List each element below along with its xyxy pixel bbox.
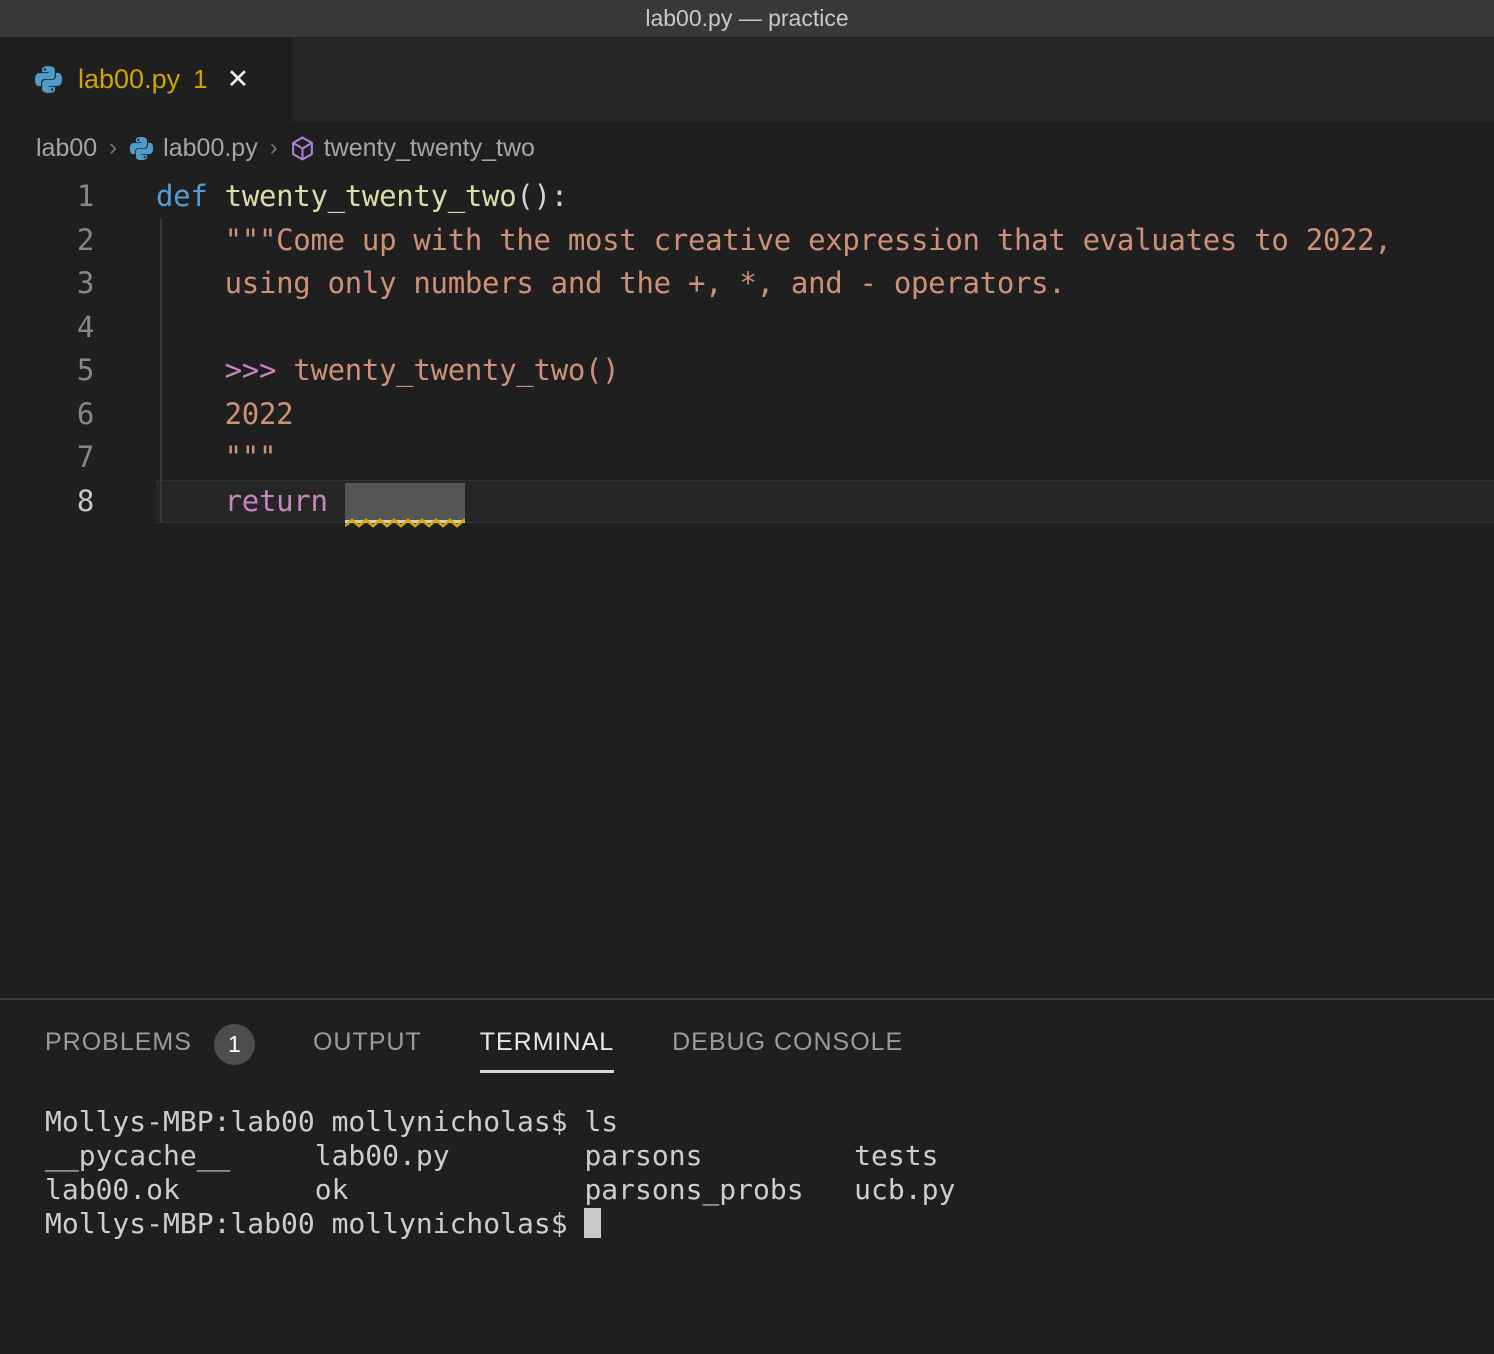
line-number: 3: [0, 262, 156, 306]
indent-guide: [160, 480, 162, 524]
tab-label: lab00.py: [78, 64, 180, 95]
panel-tab-label: DEBUG CONSOLE: [672, 1028, 903, 1073]
code-token: [156, 353, 225, 387]
code-line-2[interactable]: 2 """Come up with the most creative expr…: [0, 219, 1494, 263]
bottom-panel: PROBLEMS 1 OUTPUT TERMINAL DEBUG CONSOLE…: [0, 998, 1494, 1354]
indent-guide: [160, 219, 162, 263]
code-token: """Come up with the most creative expres…: [225, 223, 1392, 257]
line-number: 6: [0, 393, 156, 437]
code-line-3[interactable]: 3 using only numbers and the +, *, and -…: [0, 262, 1494, 306]
code-line-text[interactable]: 2022: [156, 393, 1494, 437]
vscode-window: lab00.py — practice lab00.py 1 ✕ lab00 ›…: [0, 0, 1494, 1354]
problems-count-badge: 1: [214, 1024, 255, 1065]
breadcrumb: lab00 › lab00.py › twenty_twenty_two: [0, 122, 1494, 175]
code-line-4[interactable]: 4: [0, 306, 1494, 350]
line-number: 1: [0, 175, 156, 219]
panel-tab-label: OUTPUT: [313, 1028, 422, 1073]
tab-problem-count: 1: [193, 64, 207, 95]
panel-tab-debug-console[interactable]: DEBUG CONSOLE: [672, 1028, 903, 1073]
tab-lab00-py[interactable]: lab00.py 1 ✕: [0, 37, 292, 122]
code-line-7[interactable]: 7 """: [0, 436, 1494, 480]
indent-guide: [160, 436, 162, 480]
code-line-text[interactable]: using only numbers and the +, *, and - o…: [156, 262, 1494, 306]
code-line-text[interactable]: """: [156, 436, 1494, 480]
warning-squiggle-icon: [345, 518, 465, 528]
code-token: [276, 353, 293, 387]
code-line-8[interactable]: 8 return: [0, 480, 1494, 524]
code-line-text[interactable]: >>> twenty_twenty_two(): [156, 349, 1494, 393]
indent-guide: [160, 349, 162, 393]
line-number: 8: [0, 480, 156, 524]
code-editor[interactable]: 1def twenty_twenty_two():2 """Come up wi…: [0, 175, 1494, 998]
terminal-line: lab00.ok ok parsons_probs ucb.py: [45, 1173, 1494, 1207]
line-number: 5: [0, 349, 156, 393]
chevron-right-icon: ›: [270, 134, 278, 162]
code-line-6[interactable]: 6 2022: [0, 393, 1494, 437]
breadcrumb-item-symbol[interactable]: twenty_twenty_two: [324, 134, 535, 163]
terminal[interactable]: Mollys-MBP:lab00 mollynicholas$ ls__pyca…: [0, 1105, 1494, 1241]
chevron-right-icon: ›: [109, 134, 117, 162]
code-token: 2022: [225, 397, 294, 431]
panel-tab-label: PROBLEMS: [45, 1028, 192, 1073]
panel-tab-terminal[interactable]: TERMINAL: [480, 1028, 614, 1073]
window-title: lab00.py — practice: [645, 5, 848, 32]
code-line-5[interactable]: 5 >>> twenty_twenty_two(): [0, 349, 1494, 393]
panel-tab-label: TERMINAL: [480, 1028, 614, 1073]
close-icon[interactable]: ✕: [227, 64, 250, 95]
code-token: ():: [516, 179, 567, 213]
terminal-line: Mollys-MBP:lab00 mollynicholas$: [45, 1207, 1494, 1241]
code-token: using only numbers and the +, *, and - o…: [225, 266, 1066, 300]
terminal-line: Mollys-MBP:lab00 mollynicholas$ ls: [45, 1105, 1494, 1139]
code-token: [156, 484, 225, 518]
indent-guide: [160, 306, 162, 350]
code-token: def: [156, 179, 207, 213]
symbol-namespace-icon: [290, 136, 315, 161]
python-icon: [34, 65, 63, 94]
code-token: """: [225, 440, 276, 474]
code-token: [156, 440, 225, 474]
line-number: 2: [0, 219, 156, 263]
indent-guide: [160, 262, 162, 306]
breadcrumb-item-file[interactable]: lab00.py: [163, 134, 258, 163]
code-line-text[interactable]: return: [156, 480, 1494, 524]
code-token: twenty_twenty_two: [225, 179, 517, 213]
code-token: [156, 223, 225, 257]
terminal-cursor: [584, 1208, 601, 1238]
code-token: [156, 397, 225, 431]
code-token: [207, 179, 224, 213]
code-token: twenty_twenty_two(): [293, 353, 619, 387]
indent-guide: [160, 393, 162, 437]
tab-bar: lab00.py 1 ✕: [0, 37, 1494, 122]
selected-text: [345, 483, 465, 523]
code-token: [156, 266, 225, 300]
code-line-text[interactable]: def twenty_twenty_two():: [156, 175, 1494, 219]
code-line-text[interactable]: [156, 306, 1494, 350]
python-icon: [129, 136, 154, 161]
code-token: >>>: [225, 353, 276, 387]
line-number: 7: [0, 436, 156, 480]
titlebar: lab00.py — practice: [0, 0, 1494, 37]
terminal-line: __pycache__ lab00.py parsons tests: [45, 1139, 1494, 1173]
panel-tab-bar: PROBLEMS 1 OUTPUT TERMINAL DEBUG CONSOLE: [0, 1000, 1494, 1073]
panel-tab-output[interactable]: OUTPUT: [313, 1028, 422, 1073]
code-line-text[interactable]: """Come up with the most creative expres…: [156, 219, 1494, 263]
code-token: return: [225, 484, 328, 518]
breadcrumb-item-folder[interactable]: lab00: [36, 134, 97, 163]
editor-lines: 1def twenty_twenty_two():2 """Come up wi…: [0, 175, 1494, 523]
code-line-1[interactable]: 1def twenty_twenty_two():: [0, 175, 1494, 219]
code-token: [328, 484, 345, 518]
panel-tab-problems[interactable]: PROBLEMS 1: [45, 1028, 255, 1073]
line-number: 4: [0, 306, 156, 350]
